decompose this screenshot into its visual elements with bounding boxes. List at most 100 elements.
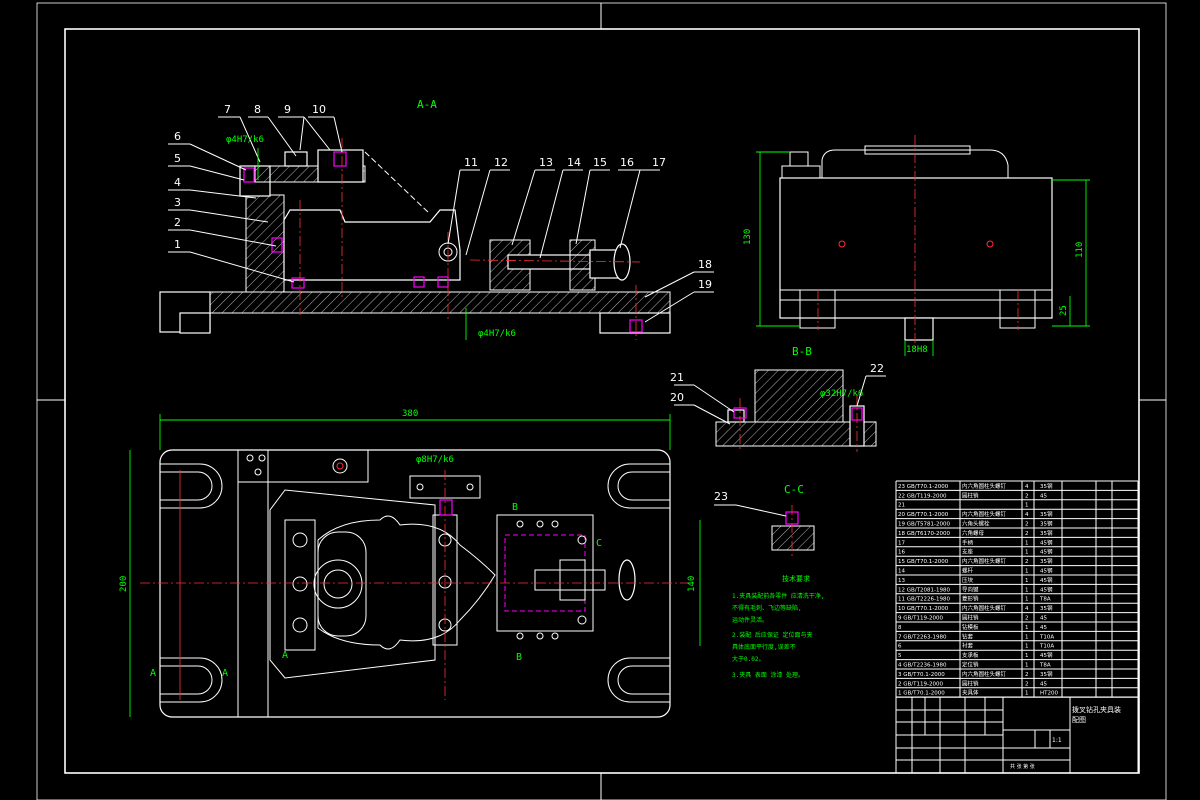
parts-row-name: 夹具体 [962,689,979,697]
parts-row-code: 7 GB/T2263-1980 [898,634,947,640]
parts-row-name: 定位销 [962,661,979,669]
parts-row-material: 35钢 [1040,604,1053,612]
parts-row-code: 2 GB/T119-2000 [898,681,943,687]
section-mark-b-top: B [512,502,518,513]
parts-row-code: 3 GB/T70.1-2000 [898,672,945,678]
dim-side-bottom: 18H8 [906,345,928,355]
side-key [904,317,934,341]
parts-row-qty: 1 [1025,587,1029,593]
cc-block [771,525,815,551]
section-mark-a-mid: A [282,650,288,661]
part-number-5: 5 [174,152,181,165]
parts-row-material: 35钢 [1040,482,1053,490]
fit-label-bb: φ32H7/k6 [820,389,863,399]
parts-row-name: 内六角圆柱头螺钉 [962,670,1007,678]
fit-label-top: φ4H7/k6 [226,135,264,145]
parts-list-row: 22 GB/T119-2000 圆柱销 2 45 [898,491,1047,499]
part-number-22: 22 [870,362,884,375]
parts-row-name: 压块 [962,576,974,584]
parts-row-material: 45 [1040,681,1047,687]
parts-row-qty: 1 [1025,569,1029,575]
parts-list-row: 17 手柄 1 45钢 [898,538,1053,546]
parts-list-row: 7 GB/T2263-1980 钻套 1 T10A [898,632,1054,640]
parts-row-qty: 4 [1025,606,1029,612]
parts-row-name: 圆柱销 [962,679,979,687]
parts-row-code: 13 [898,578,905,584]
parts-row-code: 1 GB/T70.1-2000 [898,691,945,697]
dim-plan-inner: 140 [687,576,697,592]
parts-list-row: 8 钻模板 1 45 [898,623,1047,631]
section-mark-b-bottom: B [516,652,522,663]
parts-row-qty: 1 [1025,597,1029,603]
parts-list-table: 23 GB/T70.1-2000 内六角圆柱头螺钉 4 35钢22 GB/T119-2… [895,480,1139,698]
part-number-14: 14 [567,156,581,169]
part-number-2: 2 [174,216,181,229]
tech-notes-title: 技术要求 [782,574,810,583]
tech-note-line-5: 具体底面平行度,误差不 [732,643,796,651]
parts-row-name: 手柄 [962,538,974,546]
parts-list-row: 6 衬套 1 T10A [898,642,1054,650]
parts-row-qty: 2 [1025,681,1029,687]
tech-note-line-4: 2.装配 后应保证 定位面与夹 [732,631,812,639]
parts-row-code: 12 GB/T2081-1980 [898,587,950,593]
drawing-title-2: 配图 [1072,716,1086,724]
parts-row-code: 11 GB/T2226-1980 [898,597,950,603]
part-number-13: 13 [539,156,553,169]
parts-list-row: 23 GB/T70.1-2000 内六角圆柱头螺钉 4 35钢 [898,482,1053,490]
parts-row-material: T8A [1039,597,1051,603]
parts-row-qty: 1 [1025,625,1029,631]
parts-row-qty: 4 [1025,512,1029,518]
parts-row-qty: 4 [1025,484,1029,490]
part-number-15: 15 [593,156,607,169]
part-number-8: 8 [254,103,261,116]
parts-list-row: 16 支座 1 45钢 [898,548,1053,556]
parts-row-code: 17 [898,540,905,546]
drawing-title-1: 拨叉钻孔夹具装 [1072,705,1121,714]
parts-row-name: 钻套 [962,632,974,640]
parts-row-qty: 1 [1025,503,1029,509]
workpiece-section [283,209,461,281]
parts-row-qty: 2 [1025,616,1029,622]
parts-row-name: 六角头螺栓 [962,520,990,528]
section-c-c-label: C-C [784,483,804,496]
parts-list-row: 13 压块 1 45钢 [898,576,1053,584]
parts-row-material: 35钢 [1040,670,1053,678]
parts-row-name: 圆柱销 [962,614,979,622]
drawing-scale: 1:1 [1052,737,1062,744]
tech-note-line-2: 不得有毛刺、飞边等缺陷, [732,604,802,612]
handle-plan [618,559,636,601]
parts-row-material: HT200 [1040,691,1058,697]
parts-list-row: 14 螺杆 1 45钢 [898,567,1053,575]
title-block: 拨叉钻孔夹具装 配图 1:1 共 张 第 张 [895,696,1139,774]
parts-row-qty: 2 [1025,559,1029,565]
part-number-20: 20 [670,391,684,404]
parts-row-code: 6 [898,644,902,650]
parts-row-name: 六角螺母 [962,529,985,537]
part-number-9: 9 [284,103,291,116]
parts-list-row: 18 GB/T6170-2000 六角螺母 2 35钢 [898,529,1053,537]
part-number-12: 12 [494,156,508,169]
parts-row-code: 15 GB/T70.1-2000 [898,559,949,565]
dim-side-low: 25 [1059,305,1069,316]
parts-row-material: 45 [1040,625,1047,631]
parts-row-code: 10 GB/T70.1-2000 [898,606,949,612]
parts-row-material: 35钢 [1040,510,1053,518]
parts-row-material: 45钢 [1040,651,1053,659]
parts-row-material: T10A [1039,644,1054,650]
parts-row-code: 14 [898,569,905,575]
parts-row-name: 支座 [962,548,974,556]
parts-row-name: 圆柱销 [962,491,979,499]
parts-row-material: 45钢 [1040,567,1053,575]
parts-row-name: 内六角圆柱头螺钉 [962,482,1007,490]
tech-note-line-3: 运动件灵活。 [732,616,768,624]
parts-row-name: 支承板 [962,651,979,659]
parts-list-row: 20 GB/T70.1-2000 内六角圆柱头螺钉 4 35钢 [898,510,1053,518]
technical-notes: 技术要求 1.夹具装配前各零件 应清洗干净, 不得有毛刺、飞边等缺陷, 运动件灵… [732,574,824,679]
parts-list-row: 19 GB/T5781-2000 六角头螺栓 2 35钢 [898,520,1053,528]
tech-note-line-7: 3.夹具 表面 涂漆 处理。 [732,671,804,679]
parts-row-code: 5 [898,653,902,659]
parts-row-qty: 2 [1025,493,1029,499]
parts-row-name: 菱形销 [962,595,979,603]
parts-row-material: 35钢 [1040,529,1053,537]
parts-row-code: 23 GB/T70.1-2000 [898,484,949,490]
